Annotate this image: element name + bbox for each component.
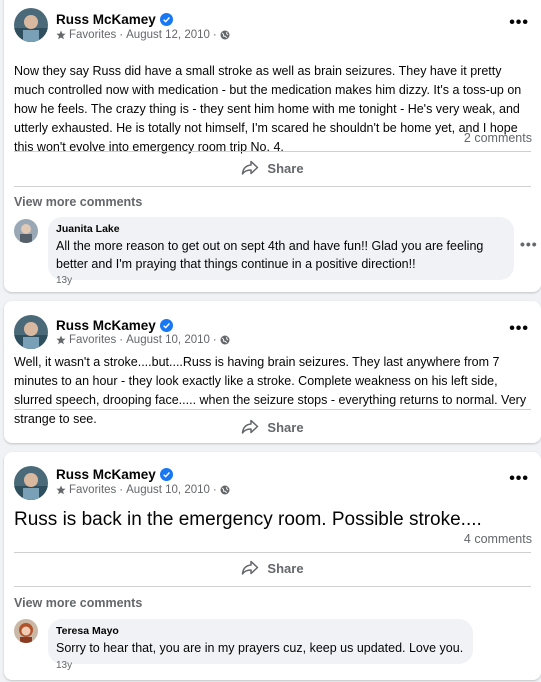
comment-bubble: Teresa Mayo Sorry to hear that, you are …: [48, 619, 474, 664]
globe-icon: [220, 335, 230, 345]
post-meta: Favorites · August 10, 2010 ·: [56, 334, 230, 346]
separator: ·: [119, 29, 124, 41]
author-avatar[interactable]: [14, 466, 48, 500]
audience-label[interactable]: Favorites: [69, 484, 116, 496]
view-more-comments[interactable]: View more comments: [14, 596, 142, 610]
post-timestamp[interactable]: August 12, 2010: [126, 29, 210, 41]
divider: [14, 186, 531, 187]
comment-more-icon[interactable]: •••: [520, 236, 538, 252]
separator: ·: [119, 334, 124, 346]
audience-label[interactable]: Favorites: [69, 334, 116, 346]
divider: [14, 409, 531, 410]
author-name[interactable]: Russ McKamey: [56, 467, 156, 482]
post-timestamp[interactable]: August 10, 2010: [126, 484, 210, 496]
comment-text: Sorry to hear that, you are in my prayer…: [56, 641, 464, 655]
post-text: Now they say Russ did have a small strok…: [14, 64, 522, 154]
post-meta: Favorites · August 12, 2010 ·: [56, 29, 230, 41]
verified-badge-icon: [159, 13, 173, 26]
post-card: Russ McKamey Favorites · August 10, 2010…: [4, 452, 541, 680]
author-name[interactable]: Russ McKamey: [56, 318, 156, 333]
comment-bubble: Juanita Lake All the more reason to get …: [48, 217, 514, 280]
post-meta: Favorites · August 10, 2010 ·: [56, 484, 230, 496]
share-arrow-icon: [242, 560, 259, 575]
star-icon: [56, 485, 66, 495]
commenter-name[interactable]: Teresa Mayo: [56, 625, 463, 637]
separator: ·: [212, 484, 217, 496]
post-author[interactable]: Russ McKamey: [56, 318, 173, 333]
divider: [14, 151, 531, 152]
share-arrow-icon: [242, 160, 259, 175]
audience-label[interactable]: Favorites: [69, 29, 116, 41]
commenter-avatar[interactable]: [14, 619, 38, 643]
more-options-icon[interactable]: •••: [509, 14, 529, 32]
commenter-avatar[interactable]: [14, 219, 38, 243]
share-button[interactable]: Share: [4, 412, 541, 442]
separator: ·: [212, 334, 217, 346]
separator: ·: [212, 29, 217, 41]
comment-count[interactable]: 2 comments: [464, 131, 532, 145]
more-options-icon[interactable]: •••: [509, 470, 529, 488]
author-avatar[interactable]: [14, 315, 48, 349]
post-author[interactable]: Russ McKamey: [56, 12, 173, 27]
comment-text: All the more reason to get out on sept 4…: [56, 239, 484, 271]
share-button[interactable]: Share: [4, 153, 541, 183]
comment-timestamp[interactable]: 13y: [56, 275, 72, 286]
post-text: Russ is back in the emergency room. Poss…: [14, 509, 482, 530]
share-label: Share: [267, 160, 304, 176]
author-avatar[interactable]: [14, 8, 48, 42]
view-more-comments[interactable]: View more comments: [14, 195, 142, 209]
share-arrow-icon: [242, 419, 259, 434]
post-timestamp[interactable]: August 10, 2010: [126, 334, 210, 346]
author-name[interactable]: Russ McKamey: [56, 12, 156, 27]
more-options-icon[interactable]: •••: [509, 320, 529, 338]
post-card: Russ McKamey Favorites · August 12, 2010…: [4, 0, 541, 292]
post-card: Russ McKamey Favorites · August 10, 2010…: [4, 301, 541, 443]
verified-badge-icon: [159, 319, 173, 332]
separator: ·: [119, 484, 124, 496]
share-label: Share: [267, 560, 304, 576]
divider: [14, 586, 531, 587]
comment-timestamp[interactable]: 13y: [56, 660, 72, 671]
globe-icon: [220, 485, 230, 495]
globe-icon: [220, 30, 230, 40]
verified-badge-icon: [159, 468, 173, 481]
comment-count[interactable]: 4 comments: [464, 532, 532, 546]
star-icon: [56, 30, 66, 40]
commenter-name[interactable]: Juanita Lake: [56, 223, 504, 235]
post-author[interactable]: Russ McKamey: [56, 467, 173, 482]
star-icon: [56, 335, 66, 345]
share-label: Share: [267, 419, 304, 435]
share-button[interactable]: Share: [4, 553, 541, 583]
